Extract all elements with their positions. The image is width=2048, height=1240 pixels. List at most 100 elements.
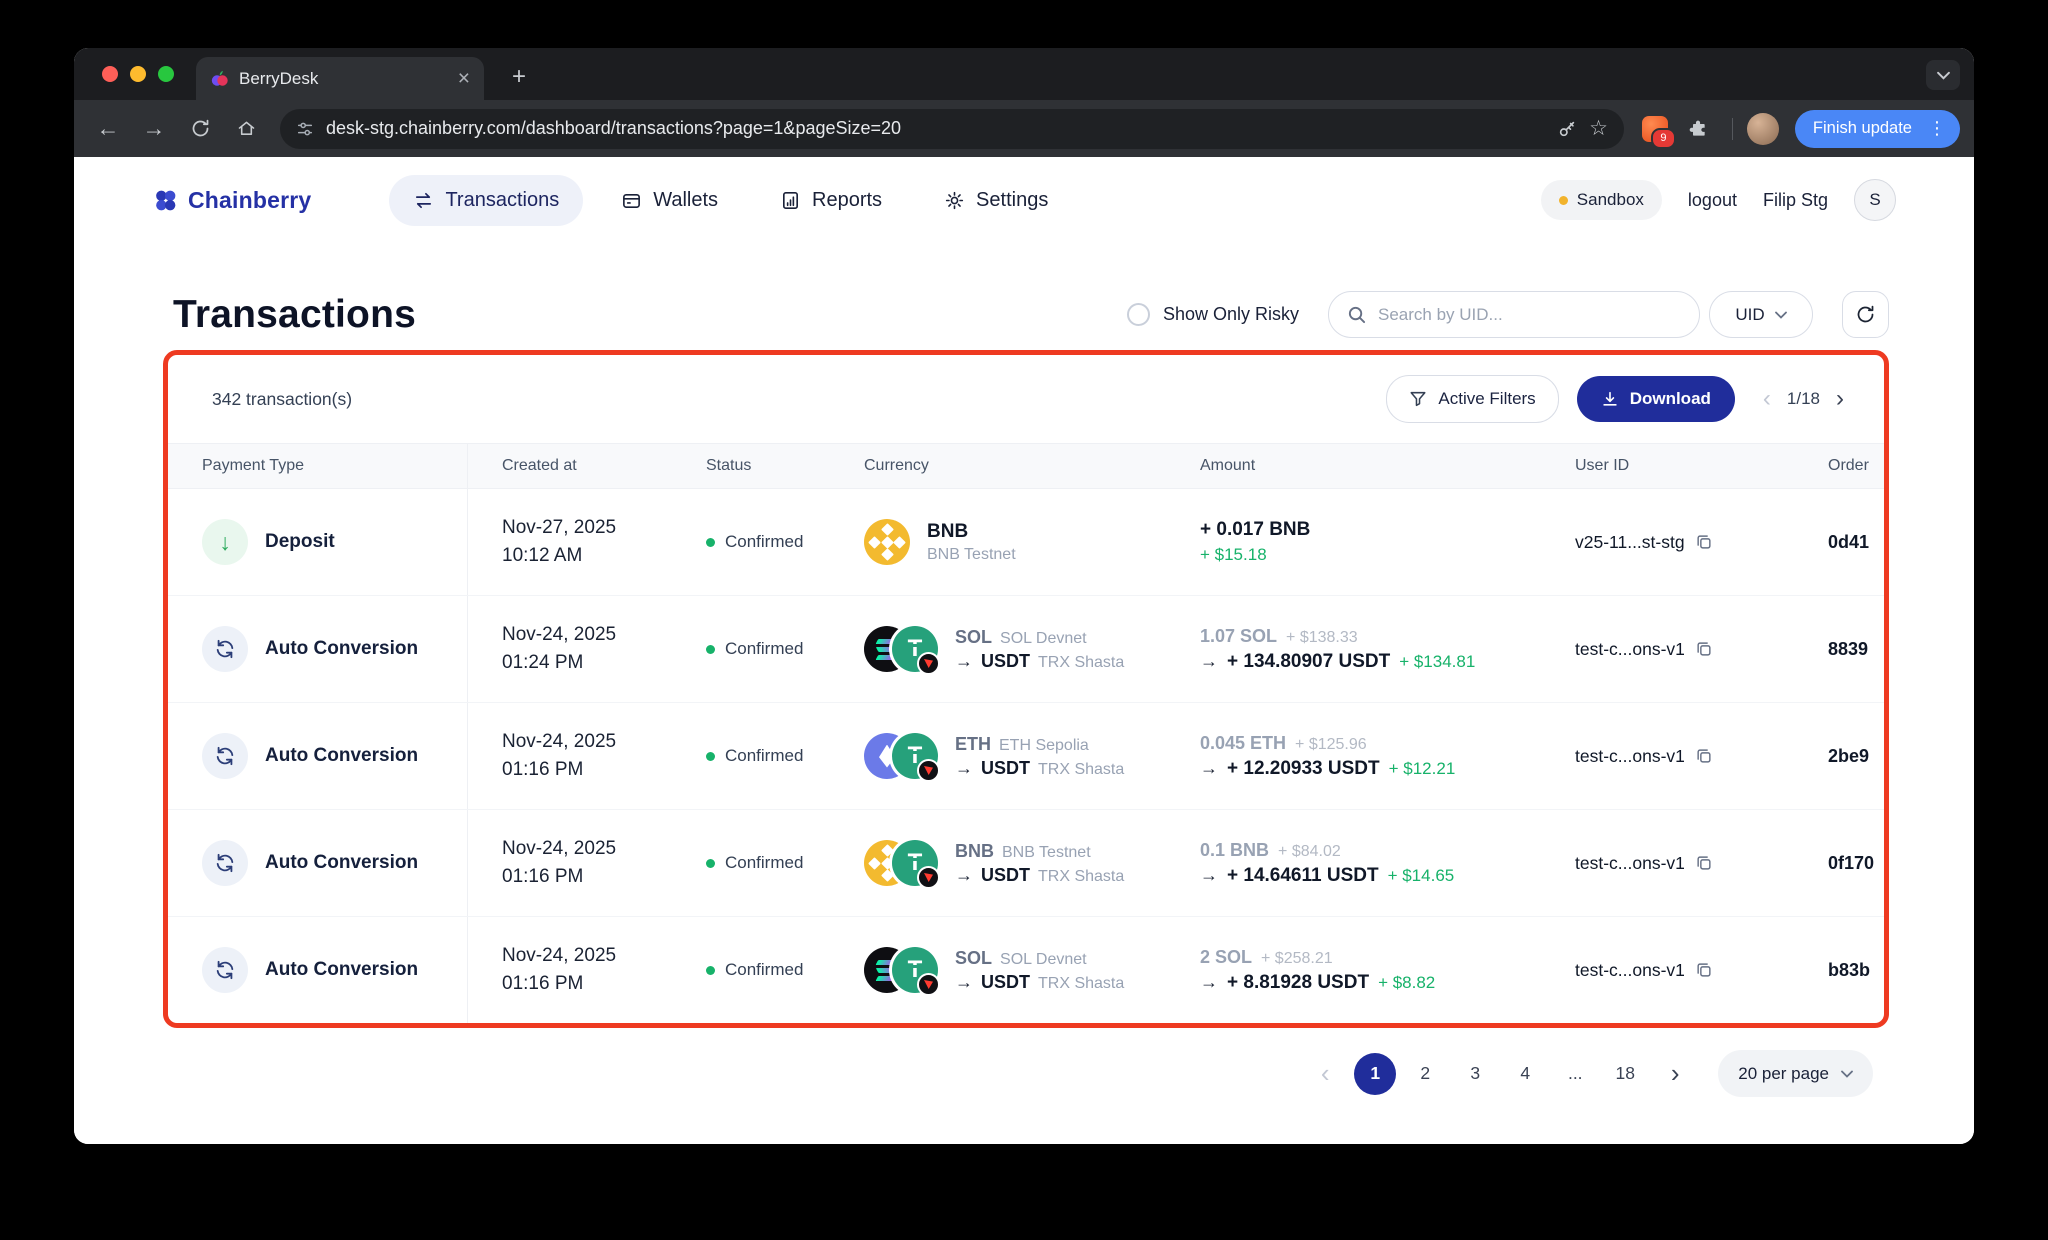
copy-button[interactable] — [1695, 640, 1713, 658]
tab-title: BerryDesk — [239, 68, 319, 88]
table-row[interactable]: Auto Conversion Nov-24, 2025 01:16 PM Con… — [168, 916, 1884, 1023]
bookmark-star-icon[interactable]: ☆ — [1589, 118, 1608, 139]
pager-prev-icon[interactable]: ‹ — [1763, 387, 1771, 411]
search-icon — [1348, 306, 1366, 324]
window-zoom-button[interactable] — [158, 66, 174, 82]
site-settings-icon[interactable] — [296, 120, 314, 138]
payment-type-cell: Auto Conversion — [168, 596, 468, 702]
active-filters-button[interactable]: Active Filters — [1386, 375, 1559, 423]
browser-tab[interactable]: BerryDesk × — [196, 57, 484, 100]
pagination-prev-icon[interactable]: ‹ — [1304, 1053, 1346, 1095]
page-button-4[interactable]: 4 — [1504, 1053, 1546, 1095]
window-minimize-button[interactable] — [130, 66, 146, 82]
brand-name: Chainberry — [188, 186, 312, 213]
table-row[interactable]: Auto Conversion Nov-24, 2025 01:16 PM Con… — [168, 702, 1884, 809]
status-cell: Confirmed — [672, 703, 830, 809]
search-box[interactable] — [1328, 291, 1700, 338]
col-amount: Amount — [1200, 457, 1256, 474]
created-at-cell: Nov-24, 2025 01:16 PM — [502, 731, 617, 780]
order-id-cell: b83b — [1828, 959, 1871, 980]
show-only-risky-toggle[interactable]: Show Only Risky — [1126, 303, 1299, 326]
page-button-18[interactable]: 18 — [1604, 1053, 1646, 1095]
user-avatar[interactable]: S — [1854, 179, 1896, 221]
logout-link[interactable]: logout — [1688, 190, 1737, 211]
copy-icon — [1697, 642, 1711, 656]
browser-menu-icon[interactable]: ⋮ — [1922, 118, 1952, 139]
home-icon — [238, 121, 254, 135]
chevron-down-icon — [1841, 1070, 1853, 1078]
extension-button[interactable]: 9 — [1638, 112, 1676, 149]
wallets-icon — [623, 193, 641, 208]
payment-type-cell: Auto Conversion — [168, 810, 468, 916]
extensions-menu-button[interactable] — [1678, 109, 1718, 149]
extension-badge: 9 — [1650, 127, 1676, 149]
copy-button[interactable] — [1695, 747, 1713, 765]
tab-close-icon[interactable]: × — [458, 68, 470, 89]
status-dot — [706, 751, 715, 761]
col-created-at: Created at — [502, 457, 577, 474]
browser-profile-avatar[interactable] — [1746, 112, 1779, 145]
download-button[interactable]: Download — [1576, 376, 1735, 422]
environment-badge: Sandbox — [1540, 180, 1662, 220]
search-field-value: UID — [1735, 304, 1765, 324]
pager-indicator: 1/18 — [1786, 389, 1820, 408]
trx-badge-icon — [917, 866, 940, 889]
page-button-3[interactable]: 3 — [1454, 1053, 1496, 1095]
finish-update-button[interactable]: Finish update ⋮ — [1794, 109, 1960, 148]
conversion-icon — [202, 947, 248, 993]
search-field-dropdown[interactable]: UID — [1709, 291, 1813, 338]
download-icon — [1603, 391, 1617, 406]
annotation-highlight: 342 transaction(s) Active Filters Downlo… — [163, 350, 1889, 1028]
amount-cell: 0.1 BNB + $84.02 → + 14.64611 USDT + $14.65 — [1200, 839, 1455, 886]
risky-checkbox[interactable] — [1126, 303, 1150, 326]
forward-button[interactable]: → — [134, 109, 174, 149]
home-button[interactable] — [226, 109, 266, 149]
trx-badge-icon — [917, 759, 940, 782]
page-button-1[interactable]: 1 — [1354, 1052, 1397, 1095]
created-at-cell: Nov-24, 2025 01:16 PM — [502, 945, 617, 994]
toolbar-divider — [1731, 117, 1733, 140]
order-id-cell: 0d41 — [1828, 531, 1870, 552]
currency-cell: T BNB BNB Testnet → USDT TRX Shasta — [830, 810, 1166, 916]
nav-item-transactions[interactable]: Transactions — [389, 174, 584, 226]
per-page-dropdown[interactable]: 20 per page — [1718, 1050, 1873, 1097]
environment-label: Sandbox — [1576, 190, 1644, 209]
window-close-button[interactable] — [102, 66, 118, 82]
tab-search-button[interactable] — [1926, 60, 1960, 90]
currency-cell: T SOL SOL Devnet → USDT TRX Shasta — [830, 917, 1166, 1023]
transactions-icon — [416, 192, 432, 208]
page-button-2[interactable]: 2 — [1404, 1053, 1446, 1095]
table-row[interactable]: ↓ Deposit Nov-27, 2025 10:12 AM Confirmed… — [168, 489, 1884, 595]
reload-button[interactable] — [180, 109, 220, 149]
user-id-cell: test-c...ons-v1 — [1541, 703, 1794, 809]
new-tab-button[interactable]: + — [502, 60, 536, 94]
page-ellipsis: ... — [1567, 1063, 1583, 1083]
brand[interactable]: Chainberry — [152, 187, 311, 214]
table-row[interactable]: Auto Conversion Nov-24, 2025 01:24 PM Con… — [168, 595, 1884, 702]
berrydesk-favicon — [211, 70, 228, 86]
refresh-button[interactable] — [1842, 291, 1889, 338]
copy-button[interactable] — [1695, 961, 1713, 979]
nav-item-settings[interactable]: Settings — [920, 175, 1072, 226]
pagination-next-icon[interactable]: › — [1654, 1053, 1696, 1095]
copy-button[interactable] — [1695, 533, 1713, 551]
usdt-icon: T — [892, 947, 940, 996]
payment-type-cell: ↓ Deposit — [168, 489, 468, 595]
nav-label: Transactions — [445, 188, 560, 211]
trx-badge-icon — [917, 973, 940, 996]
password-key-icon[interactable] — [1557, 119, 1577, 139]
back-button[interactable]: ← — [88, 109, 128, 149]
copy-button[interactable] — [1695, 854, 1713, 872]
nav-label: Wallets — [653, 188, 719, 211]
url-bar[interactable]: desk-stg.chainberry.com/dashboard/transa… — [280, 108, 1624, 149]
pager-next-icon[interactable]: › — [1836, 387, 1844, 411]
search-input[interactable] — [1376, 303, 1681, 326]
nav-item-reports[interactable]: Reports — [756, 175, 906, 226]
col-status: Status — [706, 457, 752, 474]
url-text[interactable]: desk-stg.chainberry.com/dashboard/transa… — [326, 118, 1545, 139]
puzzle-icon — [1689, 120, 1705, 136]
created-at-cell: Nov-24, 2025 01:16 PM — [502, 838, 617, 887]
browser-window: BerryDesk × + ← → desk-stg.chainberry.co… — [74, 48, 1974, 1144]
nav-item-wallets[interactable]: Wallets — [597, 175, 742, 226]
table-row[interactable]: Auto Conversion Nov-24, 2025 01:16 PM Con… — [168, 809, 1884, 916]
